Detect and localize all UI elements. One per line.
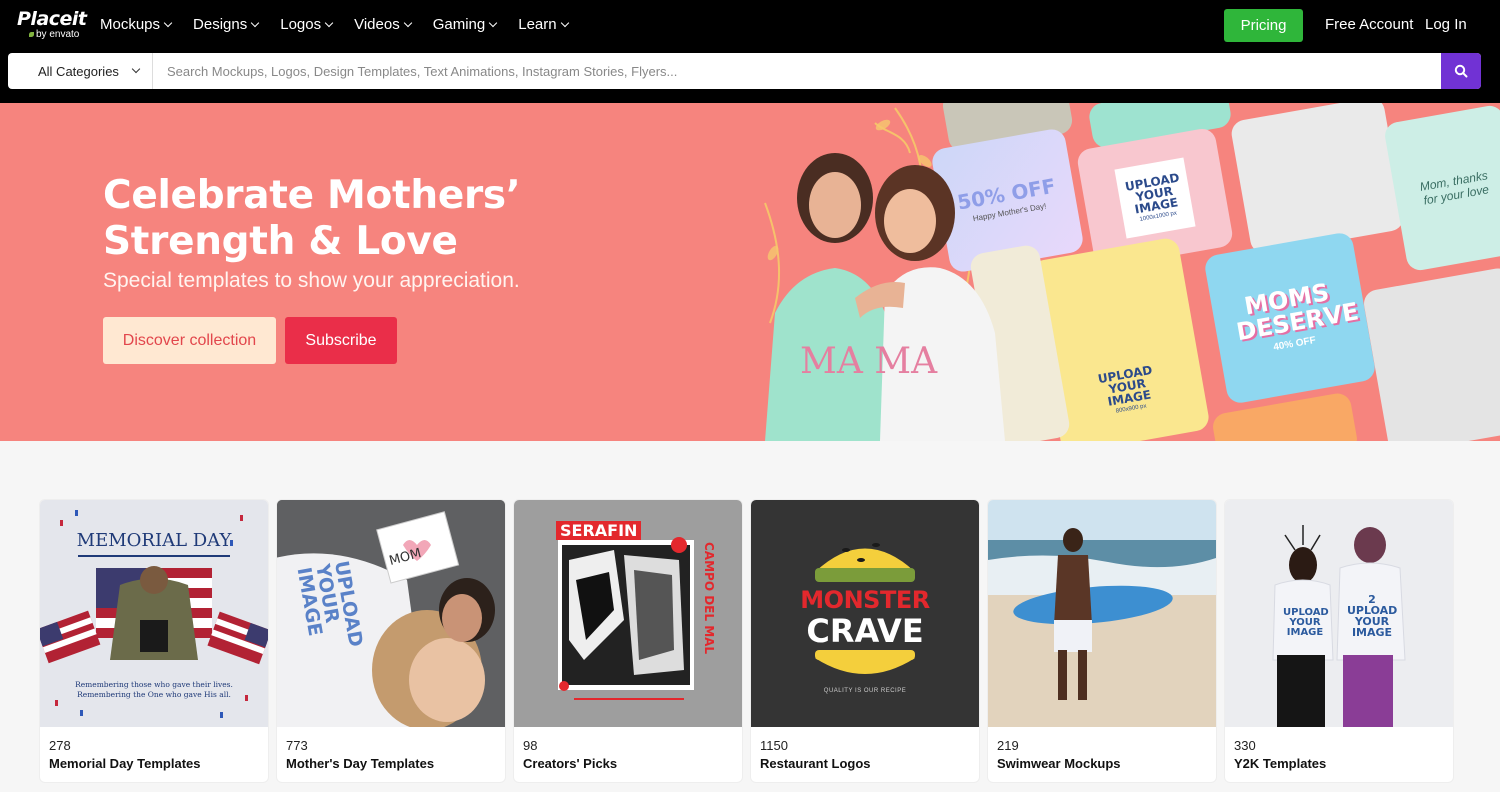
shirt-text: MA MA <box>800 341 938 382</box>
logo-wordmark: Placeit <box>17 9 87 29</box>
nav-item-logos[interactable]: Logos <box>280 15 332 35</box>
card-thumbnail: SERAFIN CAMPO DEL MAL <box>514 500 742 727</box>
search-button[interactable] <box>1441 53 1481 89</box>
card-title: Mother's Day Templates <box>286 756 505 772</box>
hero-collage-image: 50% OFF Happy Mother's Day! UPLOAD YOUR … <box>745 103 1500 441</box>
card-title: Y2K Templates <box>1234 756 1453 772</box>
card-swimwear-mockups[interactable]: 219 Swimwear Mockups <box>988 500 1216 782</box>
tile-moms-deserve-text: MOMS DESERVE <box>1230 277 1347 343</box>
nav-item-mockups[interactable]: Mockups <box>100 15 171 35</box>
chevron-down-icon <box>560 19 568 27</box>
card-restaurant-logos[interactable]: MONSTER CRAVE QUALITY IS OUR RECIPE 1150… <box>751 500 979 782</box>
hero-title: Celebrate Mothers’ Strength & Love <box>103 173 663 265</box>
card-thumbnail <box>988 500 1216 727</box>
tile-moms-deserve: MOMS DESERVE 40% OFF <box>1203 231 1377 405</box>
card-mothers-day[interactable]: MOM UPLOAD YOUR IMAGE 773 Mother's Day T… <box>277 500 505 782</box>
nav-item-designs[interactable]: Designs <box>193 15 258 35</box>
card-thumbnail: MOM UPLOAD YOUR IMAGE <box>277 500 505 727</box>
campo-del-mal-text: CAMPO DEL MAL <box>702 542 716 672</box>
nav-item-label: Logos <box>280 15 321 35</box>
logo-byline-text: by envato <box>36 29 79 40</box>
hero-banner: Celebrate Mothers’ Strength & Love Speci… <box>0 103 1500 441</box>
upload-your-image-text-2: 2 UPLOAD YOUR IMAGE <box>1347 594 1397 638</box>
nav-item-gaming[interactable]: Gaming <box>433 15 497 35</box>
card-count: 773 <box>286 738 505 753</box>
tile-mom-note-text: Mom, thanks for your love <box>1418 168 1492 208</box>
nav-item-videos[interactable]: Videos <box>354 15 411 35</box>
card-title: Memorial Day Templates <box>49 756 268 772</box>
category-dropdown[interactable]: All Categories <box>8 53 153 89</box>
logo-byline: by envato <box>29 29 87 40</box>
discover-collection-button[interactable]: Discover collection <box>103 317 276 364</box>
card-title: Restaurant Logos <box>760 756 979 772</box>
nav-item-label: Videos <box>354 15 400 35</box>
y2k-couple-photo <box>1225 500 1453 727</box>
serafin-title: SERAFIN <box>556 521 641 540</box>
card-memorial-day[interactable]: MEMORIAL DAY Remembering those who ga <box>40 500 268 782</box>
card-count: 219 <box>997 738 1216 753</box>
chevron-down-icon <box>489 19 497 27</box>
hero-title-line2: Strength & Love <box>103 219 458 264</box>
card-count: 1150 <box>760 738 979 753</box>
nav-item-learn[interactable]: Learn <box>518 15 567 35</box>
free-account-link[interactable]: Free Account <box>1325 15 1413 35</box>
mother-daughter-photo: MA MA <box>755 143 1010 441</box>
nav-item-label: Gaming <box>433 15 486 35</box>
card-title: Swimwear Mockups <box>997 756 1216 772</box>
tile-upload-text-2: UPLOAD YOUR IMAGE <box>1095 363 1160 409</box>
card-thumbnail: MONSTER CRAVE QUALITY IS OUR RECIPE <box>751 500 979 727</box>
card-count: 98 <box>523 738 742 753</box>
nav-item-label: Designs <box>193 15 247 35</box>
envato-leaf-icon <box>29 32 34 37</box>
upload-your-image-text-1: UPLOAD YOUR IMAGE <box>1283 608 1327 638</box>
placeit-logo[interactable]: Placeit by envato <box>17 9 87 40</box>
search-input[interactable] <box>153 53 1441 89</box>
nav-item-label: Learn <box>518 15 556 35</box>
chevron-down-icon <box>251 19 259 27</box>
surfer-beach-photo <box>988 500 1216 727</box>
subscribe-button[interactable]: Subscribe <box>285 317 397 364</box>
crave-text: CRAVE <box>751 612 979 650</box>
category-cards-row: MEMORIAL DAY Remembering those who ga <box>40 500 1453 782</box>
pricing-button[interactable]: Pricing <box>1224 9 1303 42</box>
login-link[interactable]: Log In <box>1425 15 1467 35</box>
search-icon <box>1454 64 1468 78</box>
main-nav: Mockups Designs Logos Videos Gaming Lear… <box>100 15 568 35</box>
chevron-down-icon <box>403 19 411 27</box>
tile-mom-child-photo <box>1229 103 1405 255</box>
search-bar: All Categories <box>8 53 1481 89</box>
memorial-caption-2: Remembering the One who gave His all. <box>40 690 268 699</box>
tile-mom-baby-photo <box>1362 266 1500 441</box>
card-count: 330 <box>1234 738 1453 753</box>
monster-text: MONSTER <box>751 586 979 614</box>
nav-item-label: Mockups <box>100 15 160 35</box>
card-thumbnail: UPLOAD YOUR IMAGE 2 UPLOAD YOUR IMAGE <box>1225 500 1453 727</box>
category-dropdown-value: All Categories <box>38 64 119 79</box>
hero-title-line1: Celebrate Mothers’ <box>103 173 520 218</box>
chevron-down-icon <box>164 19 172 27</box>
top-navigation-bar: Placeit by envato Mockups Designs Logos … <box>0 0 1500 103</box>
card-count: 278 <box>49 738 268 753</box>
chevron-down-icon <box>325 19 333 27</box>
card-creators-picks[interactable]: SERAFIN CAMPO DEL MAL 98 Creators' Picks <box>514 500 742 782</box>
tile-upload-text: UPLOAD YOUR IMAGE <box>1122 171 1187 217</box>
card-thumbnail: MEMORIAL DAY Remembering those who ga <box>40 500 268 727</box>
chevron-down-icon <box>132 65 140 73</box>
card-y2k-templates[interactable]: UPLOAD YOUR IMAGE 2 UPLOAD YOUR IMAGE 33… <box>1225 500 1453 782</box>
burger-tagline: QUALITY IS OUR RECIPE <box>751 688 979 694</box>
card-title: Creators' Picks <box>523 756 742 772</box>
memorial-caption-1: Remembering those who gave their lives. <box>40 680 268 689</box>
hero-subtitle: Special templates to show your appreciat… <box>103 268 520 294</box>
